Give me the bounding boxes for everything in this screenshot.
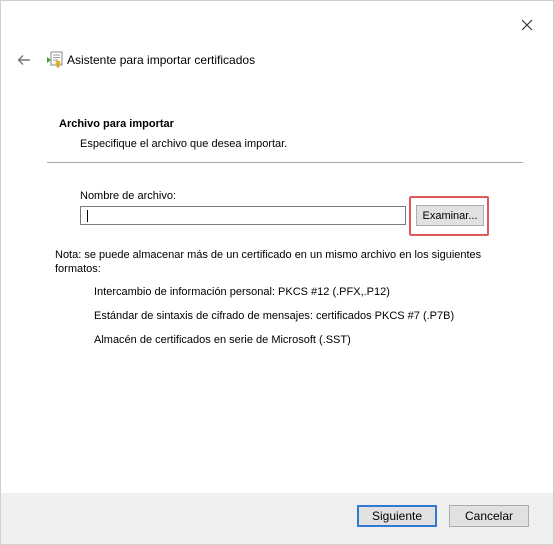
format-sst: Almacén de certificados en serie de Micr… (94, 334, 351, 346)
close-icon (521, 19, 533, 31)
close-button[interactable] (511, 11, 543, 39)
section-title: Archivo para importar (59, 118, 174, 130)
format-pfx: Intercambio de información personal: PKC… (94, 286, 390, 298)
cancel-button[interactable]: Cancelar (449, 505, 529, 527)
back-button[interactable] (14, 50, 34, 70)
wizard-title: Asistente para importar certificados (67, 53, 256, 67)
text-caret (87, 210, 88, 222)
import-certificate-wizard-window: Asistente para importar certificados Arc… (0, 0, 554, 545)
note-text: Nota: se puede almacenar más de un certi… (55, 249, 482, 275)
header-divider (47, 162, 523, 163)
filename-input[interactable] (80, 206, 406, 225)
section-description: Especifique el archivo que desea importa… (80, 138, 288, 150)
footer-bar: Siguiente Cancelar (1, 493, 553, 544)
browse-button[interactable]: Examinar... (416, 205, 484, 226)
certificate-wizard-icon (47, 51, 63, 68)
next-button[interactable]: Siguiente (357, 505, 437, 527)
format-p7b: Estándar de sintaxis de cifrado de mensa… (94, 310, 455, 322)
back-arrow-icon (17, 55, 30, 65)
filename-label: Nombre de archivo: (80, 190, 176, 202)
